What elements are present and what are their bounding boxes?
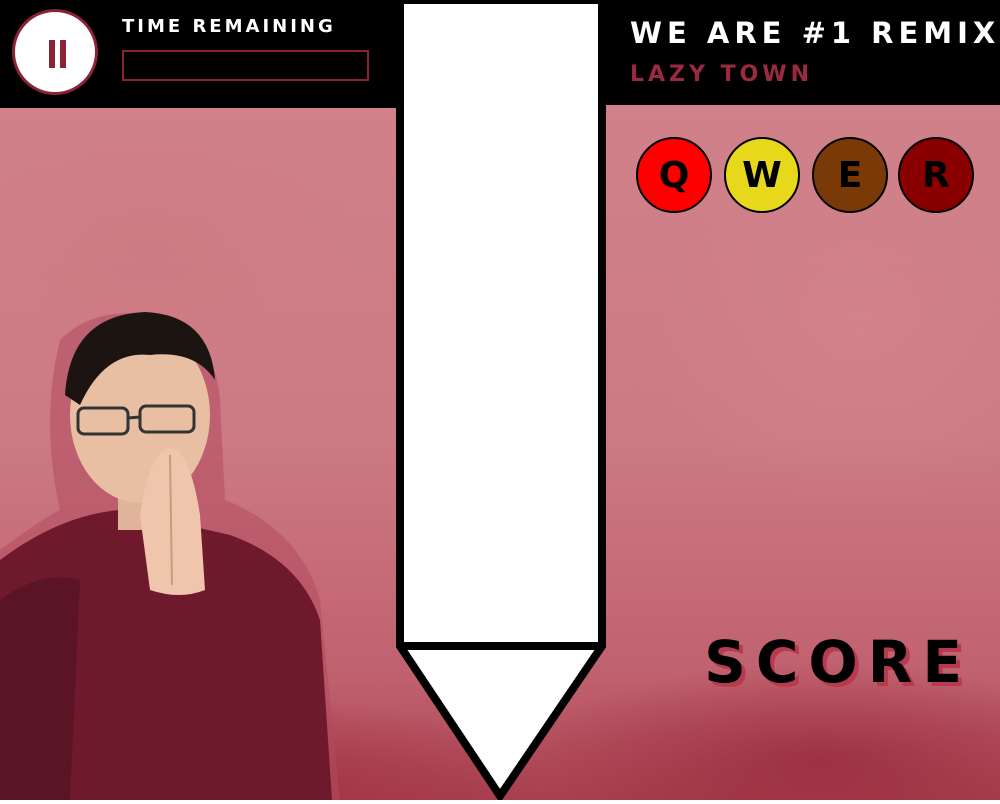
song-artist: LAZY TOWN (630, 62, 813, 87)
key-r-button[interactable]: R (898, 137, 974, 213)
time-remaining-label: TIME REMAINING (122, 16, 336, 37)
key-q-button[interactable]: Q (636, 137, 712, 213)
hud-timer-panel: TIME REMAINING (0, 0, 396, 108)
key-w-button[interactable]: W (724, 137, 800, 213)
song-title: WE ARE #1 REMIX (630, 16, 1000, 50)
player-avatar-photo (0, 300, 340, 800)
score-label: SCORE (704, 628, 972, 696)
note-lane (396, 0, 606, 800)
hud-song-panel: WE ARE #1 REMIX LAZY TOWN (606, 0, 1000, 105)
pause-icon (49, 40, 55, 68)
pause-button[interactable] (12, 9, 98, 95)
pause-icon-bar (60, 40, 66, 68)
time-remaining-bar (122, 50, 369, 81)
key-e-button[interactable]: E (812, 137, 888, 213)
